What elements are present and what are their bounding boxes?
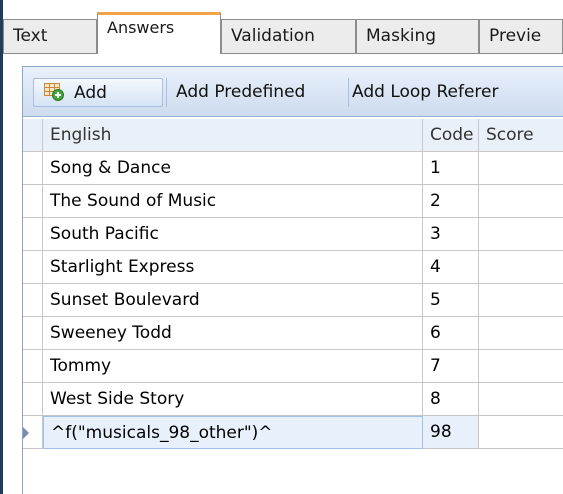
column-header-code[interactable]: Code — [423, 119, 479, 152]
code-cell[interactable]: 4 — [423, 251, 479, 284]
add-predefined-label: Add Predefined — [176, 82, 306, 102]
grid-header-row: English Code Score — [23, 119, 563, 152]
add-loop-reference-label: Add Loop Referer — [352, 82, 499, 102]
table-row-selected[interactable]: ^f("musicals_98_other")^ 98 — [23, 416, 563, 449]
score-cell[interactable] — [479, 185, 563, 218]
score-cell[interactable] — [479, 383, 563, 416]
tab-underline — [3, 53, 563, 54]
tab-validation-label: Validation — [231, 26, 315, 46]
tab-masking[interactable]: Masking — [356, 19, 479, 53]
tab-answers-label: Answers — [107, 18, 175, 37]
add-row-icon — [44, 83, 64, 101]
code-cell[interactable]: 5 — [423, 284, 479, 317]
add-button-label: Add — [74, 83, 107, 103]
table-row[interactable]: Tommy 7 — [23, 350, 563, 383]
code-cell[interactable]: 3 — [423, 218, 479, 251]
table-row[interactable]: Starlight Express 4 — [23, 251, 563, 284]
row-selector[interactable] — [23, 350, 43, 383]
english-cell[interactable]: Tommy — [43, 350, 423, 383]
score-cell[interactable] — [479, 416, 563, 449]
row-selector[interactable] — [23, 416, 43, 449]
tab-answers[interactable]: Answers — [97, 12, 221, 54]
code-cell[interactable]: 7 — [423, 350, 479, 383]
table-row[interactable]: South Pacific 3 — [23, 218, 563, 251]
tab-preview-label: Previe — [489, 26, 542, 46]
table-row[interactable]: Song & Dance 1 — [23, 152, 563, 185]
code-cell[interactable]: 1 — [423, 152, 479, 185]
row-header-corner — [23, 119, 43, 152]
row-selector[interactable] — [23, 152, 43, 185]
english-cell[interactable]: Song & Dance — [43, 152, 423, 185]
current-row-indicator-icon — [23, 427, 29, 439]
tab-masking-label: Masking — [366, 26, 437, 46]
table-row[interactable]: West Side Story 8 — [23, 383, 563, 416]
window-edge — [0, 0, 3, 494]
row-selector[interactable] — [23, 284, 43, 317]
english-cell[interactable]: The Sound of Music — [43, 185, 423, 218]
tab-strip: Text Answers Validation Masking Previe — [3, 0, 563, 54]
row-selector[interactable] — [23, 218, 43, 251]
score-cell[interactable] — [479, 350, 563, 383]
table-row[interactable]: The Sound of Music 2 — [23, 185, 563, 218]
add-predefined-button[interactable]: Add Predefined — [166, 78, 348, 107]
score-cell[interactable] — [479, 284, 563, 317]
answers-toolbar: Add Add Predefined Add Loop Referer — [23, 67, 563, 117]
english-cell[interactable]: Starlight Express — [43, 251, 423, 284]
row-selector[interactable] — [23, 317, 43, 350]
english-cell[interactable]: ^f("musicals_98_other")^ — [43, 416, 423, 449]
table-row[interactable]: Sunset Boulevard 5 — [23, 284, 563, 317]
english-cell[interactable]: Sweeney Todd — [43, 317, 423, 350]
score-cell[interactable] — [479, 251, 563, 284]
code-cell[interactable]: 2 — [423, 185, 479, 218]
row-selector[interactable] — [23, 251, 43, 284]
code-cell[interactable]: 6 — [423, 317, 479, 350]
column-header-english[interactable]: English — [43, 119, 423, 152]
answers-panel: Add Add Predefined Add Loop Referer Engl… — [22, 66, 563, 494]
tab-validation[interactable]: Validation — [221, 19, 356, 53]
score-cell[interactable] — [479, 152, 563, 185]
row-selector[interactable] — [23, 383, 43, 416]
english-cell[interactable]: South Pacific — [43, 218, 423, 251]
code-cell[interactable]: 98 — [423, 416, 479, 449]
english-cell[interactable]: West Side Story — [43, 383, 423, 416]
score-cell[interactable] — [479, 218, 563, 251]
score-cell[interactable] — [479, 317, 563, 350]
tab-text-label: Text — [13, 26, 48, 46]
table-row[interactable]: Sweeney Todd 6 — [23, 317, 563, 350]
code-cell[interactable]: 8 — [423, 383, 479, 416]
column-header-score[interactable]: Score — [479, 119, 563, 152]
tab-preview[interactable]: Previe — [479, 19, 563, 53]
tab-text[interactable]: Text — [3, 19, 97, 53]
english-cell[interactable]: Sunset Boulevard — [43, 284, 423, 317]
add-button[interactable]: Add — [33, 78, 163, 107]
add-loop-reference-button[interactable]: Add Loop Referer — [348, 78, 563, 107]
row-selector[interactable] — [23, 185, 43, 218]
